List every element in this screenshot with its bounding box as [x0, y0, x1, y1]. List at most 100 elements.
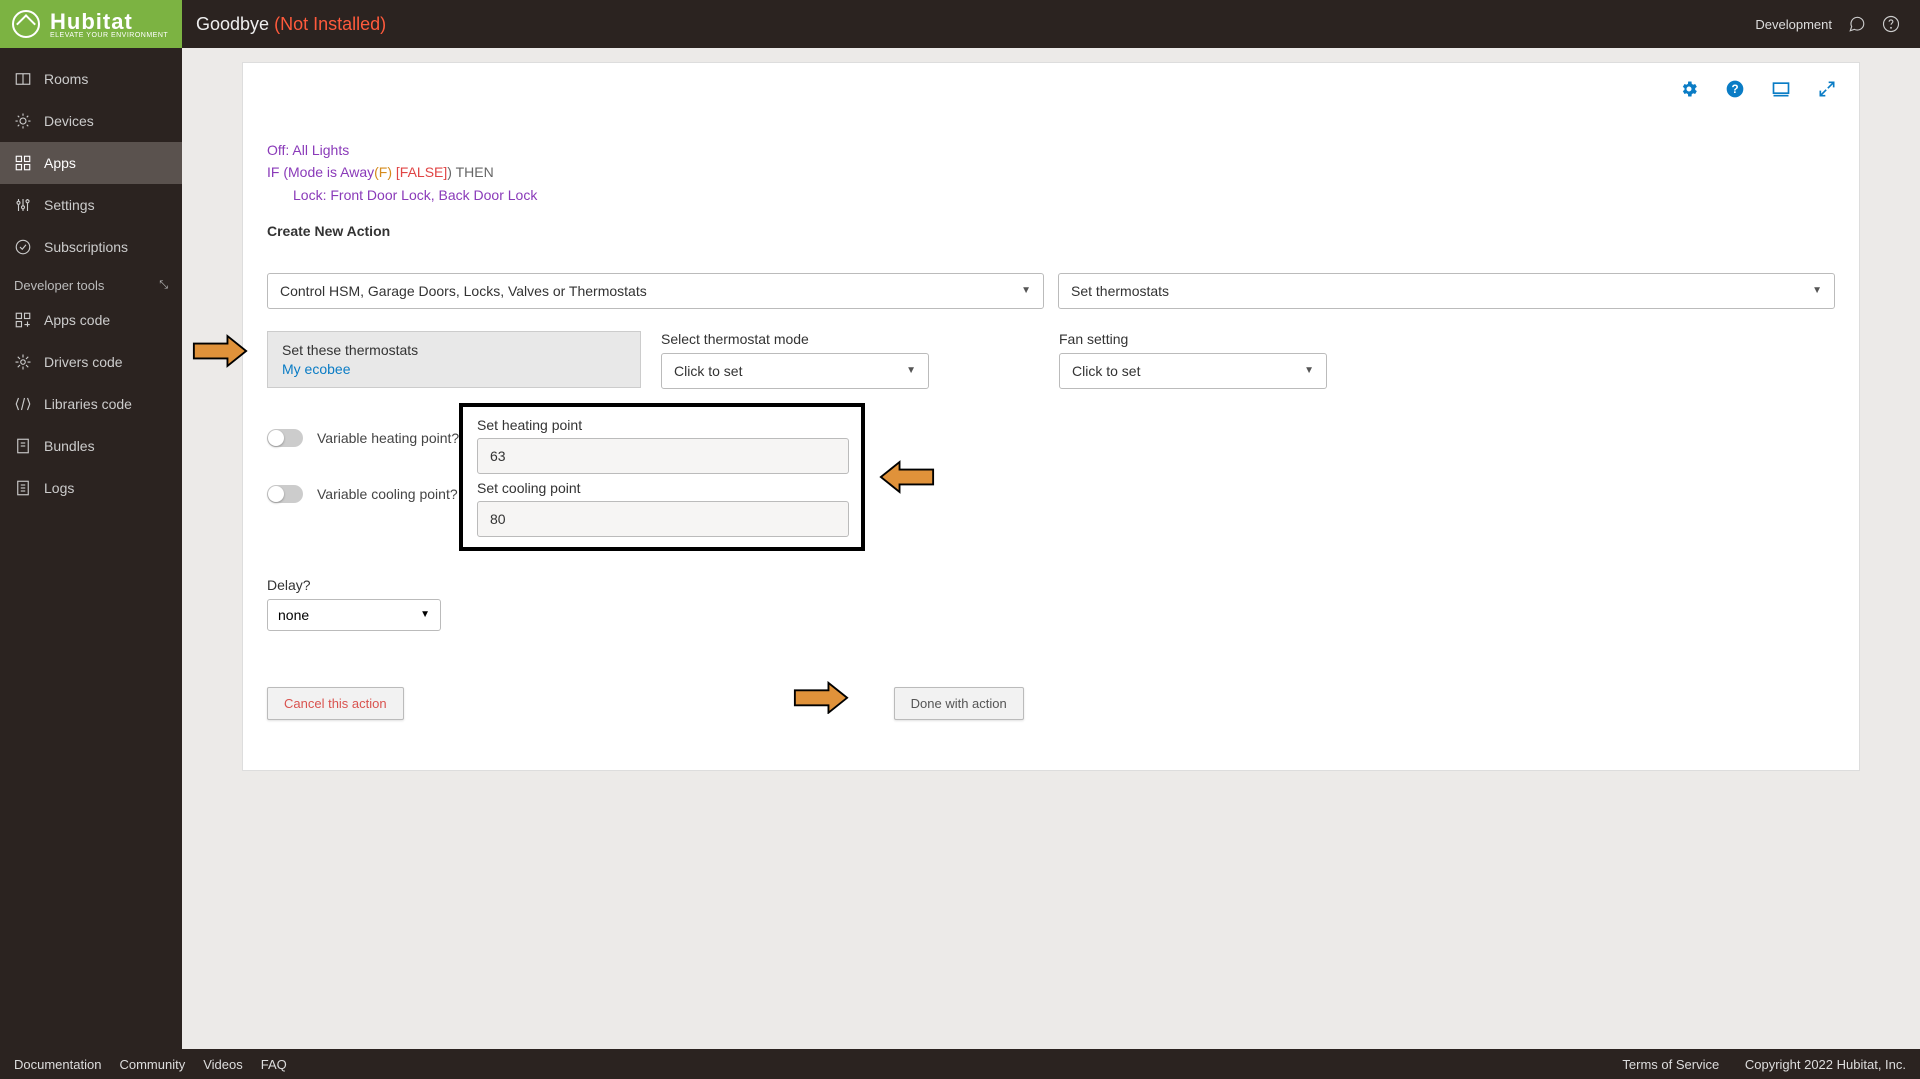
action-select-row: Control HSM, Garage Doors, Locks, Valves… [267, 273, 1835, 309]
devices-icon [14, 112, 32, 130]
variable-heating-toggle[interactable] [267, 429, 303, 447]
chevron-down-icon: ▼ [1812, 285, 1822, 296]
mode-value: Click to set [674, 363, 742, 379]
heating-point-input[interactable] [477, 438, 849, 474]
sidebar-item-libraries-code[interactable]: Libraries code [0, 383, 182, 425]
sidebar-item-label: Libraries code [44, 396, 132, 412]
rule-lock-line: Lock: Front Door Lock, Back Door Lock [293, 184, 1835, 206]
install-status: (Not Installed) [274, 14, 386, 34]
apps-code-icon [14, 311, 32, 329]
category-select[interactable]: Control HSM, Garage Doors, Locks, Valves… [267, 273, 1044, 309]
thermo-label: Set these thermostats [282, 342, 626, 358]
help-icon[interactable] [1882, 15, 1900, 33]
mode-select[interactable]: Click to set ▼ [661, 353, 929, 389]
rule-summary: Off: All Lights IF (Mode is Away(F) [FAL… [267, 139, 1835, 243]
variable-cooling-row: Variable cooling point? [267, 485, 459, 503]
sidebar-item-rooms[interactable]: Rooms [0, 58, 182, 100]
help-icon[interactable]: ? [1725, 79, 1745, 99]
page-title-text: Goodbye [196, 14, 269, 34]
button-row: Cancel this action Done with action [267, 687, 1835, 720]
chat-icon[interactable] [1848, 15, 1866, 33]
action-value: Set thermostats [1071, 283, 1169, 299]
subscriptions-icon [14, 238, 32, 256]
brand-tagline: ELEVATE YOUR ENVIRONMENT [50, 32, 168, 39]
action-select[interactable]: Set thermostats ▼ [1058, 273, 1835, 309]
done-button[interactable]: Done with action [894, 687, 1024, 720]
expand-icon[interactable] [1817, 79, 1837, 99]
sidebar-item-label: Apps [44, 155, 76, 171]
footer-terms[interactable]: Terms of Service [1622, 1057, 1719, 1072]
category-value: Control HSM, Garage Doors, Locks, Valves… [280, 283, 647, 299]
variable-cooling-label: Variable cooling point? [317, 486, 458, 502]
sidebar-item-label: Drivers code [44, 354, 123, 370]
cancel-button[interactable]: Cancel this action [267, 687, 404, 720]
delay-select[interactable]: none ▼ [267, 599, 441, 631]
sidebar-item-label: Rooms [44, 71, 88, 87]
sidebar-item-logs[interactable]: Logs [0, 467, 182, 509]
content-card: ? Off: All Lights IF (Mode is Away(F) [F… [242, 62, 1860, 771]
fan-select[interactable]: Click to set ▼ [1059, 353, 1327, 389]
footer-copyright: Copyright 2022 Hubitat, Inc. [1745, 1057, 1906, 1072]
page-title: Goodbye (Not Installed) [196, 14, 386, 35]
fan-label: Fan setting [1059, 331, 1327, 347]
create-action-heading: Create New Action [267, 220, 1835, 242]
variable-heating-label: Variable heating point? [317, 430, 459, 446]
thermostats-box[interactable]: Set these thermostats My ecobee [267, 331, 641, 388]
sidebar-item-devices[interactable]: Devices [0, 100, 182, 142]
heating-point-label: Set heating point [477, 417, 847, 433]
rule-if: IF (Mode is Away [267, 164, 374, 180]
sidebar-item-label: Subscriptions [44, 239, 128, 255]
sidebar-item-label: Settings [44, 197, 95, 213]
fan-value: Click to set [1072, 363, 1140, 379]
delay-label: Delay? [267, 577, 1835, 593]
toggles: Variable heating point? Variable cooling… [267, 429, 459, 541]
sidebar-item-label: Bundles [44, 438, 95, 454]
apps-icon [14, 154, 32, 172]
chevron-down-icon: ▼ [1021, 285, 1031, 296]
cooling-point-input[interactable] [477, 501, 849, 537]
drivers-code-icon [14, 353, 32, 371]
bundles-icon [14, 437, 32, 455]
sidebar-item-drivers-code[interactable]: Drivers code [0, 341, 182, 383]
footer: Documentation Community Videos FAQ Terms… [0, 1049, 1920, 1079]
fan-column: Fan setting Click to set ▼ [1059, 331, 1327, 389]
mode-label: Select thermostat mode [661, 331, 929, 347]
cooling-point-label: Set cooling point [477, 480, 847, 496]
svg-text:?: ? [1731, 83, 1738, 96]
monitor-icon[interactable] [1771, 79, 1791, 99]
footer-link-community[interactable]: Community [119, 1057, 185, 1072]
sidebar-item-apps-code[interactable]: Apps code [0, 299, 182, 341]
thermo-value[interactable]: My ecobee [282, 361, 626, 377]
logs-icon [14, 479, 32, 497]
rule-cond: (F) [374, 164, 392, 180]
footer-link-faq[interactable]: FAQ [261, 1057, 287, 1072]
variable-cooling-toggle[interactable] [267, 485, 303, 503]
env-label: Development [1755, 17, 1832, 32]
sidebar-item-subscriptions[interactable]: Subscriptions [0, 226, 182, 268]
chevron-down-icon: ▼ [420, 609, 430, 620]
rule-off-line: Off: All Lights [267, 139, 1835, 161]
chevron-down-icon: ▼ [906, 365, 916, 376]
sidebar-item-apps[interactable]: Apps [0, 142, 182, 184]
card-toolbar: ? [1679, 79, 1837, 99]
mode-column: Select thermostat mode Click to set ▼ [661, 331, 929, 389]
variable-heating-row: Variable heating point? [267, 429, 459, 447]
sidebar-item-settings[interactable]: Settings [0, 184, 182, 226]
setpoints-box: Set heating point Set cooling point [459, 403, 865, 551]
sidebar: Rooms Devices Apps Settings Subscription… [0, 48, 182, 1049]
annotation-arrow-2 [879, 460, 935, 494]
topbar: Hubitat ELEVATE YOUR ENVIRONMENT Goodbye… [0, 0, 1920, 48]
footer-link-docs[interactable]: Documentation [14, 1057, 101, 1072]
sidebar-item-label: Logs [44, 480, 74, 496]
annotation-arrow-1 [192, 334, 248, 368]
config-row: Set these thermostats My ecobee Select t… [267, 331, 1835, 389]
collapse-icon[interactable]: ⤡ [159, 279, 168, 292]
developer-tools-header[interactable]: Developer tools ⤡ [0, 268, 182, 299]
annotation-arrow-3 [793, 681, 849, 715]
logo[interactable]: Hubitat ELEVATE YOUR ENVIRONMENT [0, 0, 182, 48]
sidebar-item-bundles[interactable]: Bundles [0, 425, 182, 467]
footer-link-videos[interactable]: Videos [203, 1057, 243, 1072]
rule-false: [FALSE] [392, 164, 447, 180]
gear-icon[interactable] [1679, 79, 1699, 99]
chevron-down-icon: ▼ [1304, 365, 1314, 376]
